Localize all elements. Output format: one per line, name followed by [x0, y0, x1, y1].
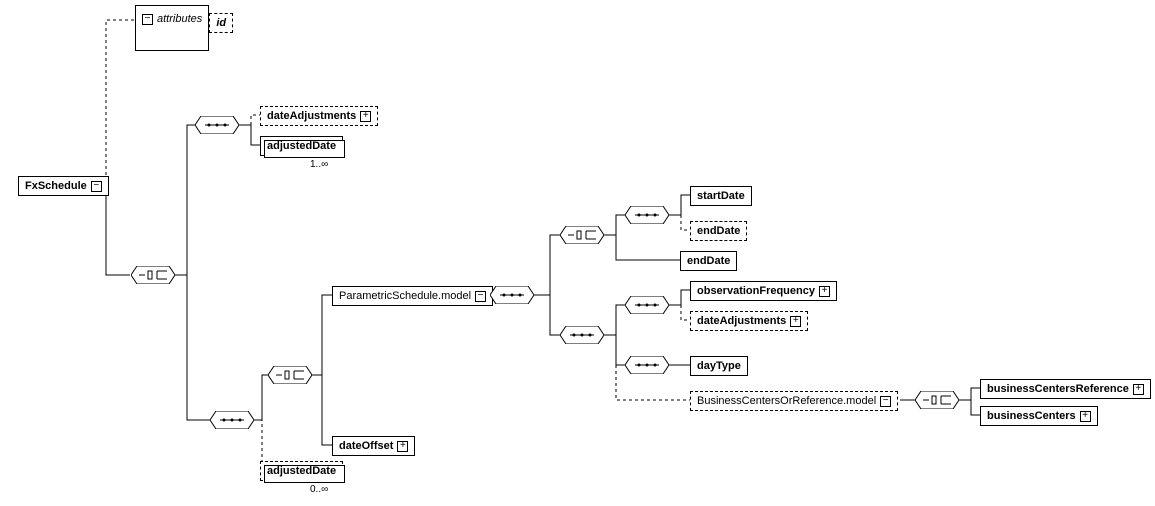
expand-icon[interactable] — [1133, 384, 1144, 395]
collapse-icon[interactable] — [142, 14, 153, 25]
expand-icon[interactable] — [360, 111, 371, 122]
label: observationFrequency — [697, 285, 815, 297]
choice-dates — [560, 226, 604, 244]
expand-icon[interactable] — [790, 316, 801, 327]
sequence-lower — [210, 411, 254, 429]
label: adjustedDate — [267, 140, 336, 152]
expand-icon[interactable] — [1080, 411, 1091, 422]
label: BusinessCentersOrReference.model — [697, 395, 876, 407]
label: id — [216, 17, 226, 29]
sequence-startgroup — [625, 206, 669, 224]
label: dateAdjustments — [267, 110, 356, 122]
collapse-icon[interactable] — [880, 396, 891, 407]
attributes-box: attributes id — [135, 5, 209, 51]
choice-lower — [268, 366, 312, 384]
node-daytype: dayType — [690, 356, 748, 376]
node-enddate-opt: endDate — [690, 221, 747, 241]
node-parametric-model[interactable]: ParametricSchedule.model — [332, 286, 493, 306]
expand-icon[interactable] — [819, 286, 830, 297]
choice-main — [131, 266, 175, 284]
label: ParametricSchedule.model — [339, 290, 471, 302]
choice-bizcenters — [915, 391, 959, 409]
sequence-top — [195, 116, 239, 134]
node-dateadjustments[interactable]: dateAdjustments — [260, 106, 378, 126]
node-adjusteddate: adjustedDate — [260, 136, 343, 156]
sequence-obsgroup — [625, 296, 669, 314]
label: adjustedDate — [267, 465, 336, 477]
node-bc[interactable]: businessCenters — [980, 406, 1098, 426]
sequence-right — [560, 326, 604, 344]
node-adjusteddate-2: adjustedDate — [260, 461, 343, 481]
label: startDate — [697, 190, 745, 202]
label: endDate — [697, 225, 740, 237]
expand-icon[interactable] — [397, 441, 408, 452]
label: businessCentersReference — [987, 383, 1129, 395]
node-observationfrequency[interactable]: observationFrequency — [690, 281, 837, 301]
node-bizcenters-model[interactable]: BusinessCentersOrReference.model — [690, 391, 898, 411]
label: dateAdjustments — [697, 315, 786, 327]
label: attributes — [157, 13, 202, 25]
label: dateOffset — [339, 440, 393, 452]
sequence-daytype — [625, 356, 669, 374]
label: dayType — [697, 360, 741, 372]
node-enddate: endDate — [680, 251, 737, 271]
node-fxschedule[interactable]: FxSchedule — [18, 176, 109, 196]
label: businessCenters — [987, 410, 1076, 422]
cardinality: 0..∞ — [310, 484, 328, 495]
sequence-parametric — [490, 286, 534, 304]
collapse-icon[interactable] — [475, 291, 486, 302]
collapse-icon[interactable] — [91, 181, 102, 192]
node-dateadjustments-2[interactable]: dateAdjustments — [690, 311, 808, 331]
node-startdate: startDate — [690, 186, 752, 206]
node-dateoffset[interactable]: dateOffset — [332, 436, 415, 456]
cardinality: 1..∞ — [310, 159, 328, 170]
label: FxSchedule — [25, 180, 87, 192]
node-bcref[interactable]: businessCentersReference — [980, 379, 1151, 399]
attr-id: id — [209, 13, 233, 33]
label: endDate — [687, 255, 730, 267]
